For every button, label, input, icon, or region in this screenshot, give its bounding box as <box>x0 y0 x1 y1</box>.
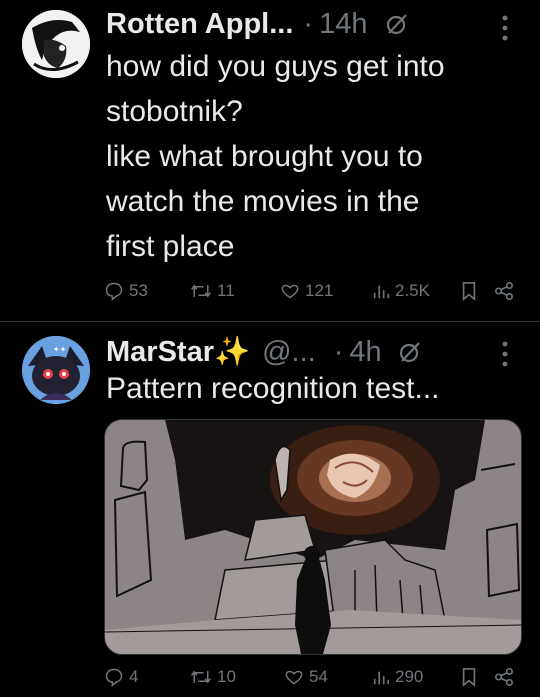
bookmark-button[interactable] <box>460 281 478 301</box>
views-count: 290 <box>395 667 424 686</box>
repost-icon <box>191 670 211 684</box>
tweet-actions: 4 10 54 290 <box>104 667 524 695</box>
time-separator: · <box>303 7 314 40</box>
reply-count: 4 <box>129 667 139 686</box>
like-button[interactable]: 54 <box>284 667 328 687</box>
tweet-media-image[interactable] <box>104 419 522 655</box>
timestamp[interactable]: 14h <box>319 8 367 41</box>
more-icon[interactable] <box>500 14 510 47</box>
tweet-header: Rotten Appl... · 14h <box>106 4 409 44</box>
repost-icon <box>191 284 211 298</box>
reply-button[interactable]: 4 <box>104 667 138 687</box>
repost-count: 10 <box>217 667 236 686</box>
avatar-marstar[interactable]: ✦✦ <box>22 336 90 404</box>
more-icon[interactable] <box>500 340 510 373</box>
views-icon <box>373 285 390 299</box>
bookmark-button[interactable] <box>460 667 478 687</box>
like-count: 54 <box>309 667 328 686</box>
repost-button[interactable]: 10 <box>190 667 236 687</box>
reply-icon <box>105 668 123 687</box>
author-name[interactable]: Rotten Appl... <box>106 8 293 41</box>
like-icon <box>285 670 303 685</box>
svg-text:✦✦: ✦✦ <box>53 345 67 354</box>
timestamp[interactable]: 4h <box>349 336 381 369</box>
author-handle[interactable]: @... <box>262 336 316 369</box>
views-count: 2.5K <box>395 281 430 300</box>
tweet-text: Pattern recognition test... <box>106 372 440 405</box>
reply-icon <box>105 282 123 301</box>
share-button[interactable] <box>494 667 514 687</box>
views-button[interactable]: 2.5K <box>372 281 430 301</box>
repost-button[interactable]: 11 <box>190 281 235 301</box>
share-button[interactable] <box>494 281 514 301</box>
time-separator: · <box>333 335 344 368</box>
like-icon <box>281 284 299 299</box>
reply-count: 53 <box>129 281 148 300</box>
share-icon <box>495 668 513 686</box>
tweet-actions: 53 11 121 2.5K <box>104 281 524 309</box>
repost-count: 11 <box>217 281 235 300</box>
avatar-rotten-apple[interactable] <box>22 10 90 78</box>
views-icon <box>373 671 390 685</box>
tweet-text: how did you guys get into stobotnik? lik… <box>106 50 445 263</box>
like-count: 121 <box>305 281 334 300</box>
author-name[interactable]: MarStar✨ <box>106 335 250 369</box>
tweet-1[interactable]: Rotten Appl... · 14h how did you guys ge… <box>0 0 540 320</box>
like-button[interactable]: 121 <box>280 281 333 301</box>
bookmark-icon <box>462 668 476 687</box>
views-button[interactable]: 290 <box>372 667 423 687</box>
reply-button[interactable]: 53 <box>104 281 148 301</box>
share-icon <box>495 282 513 300</box>
bookmark-icon <box>462 282 476 301</box>
grok-icon[interactable] <box>385 12 409 36</box>
grok-icon[interactable] <box>398 340 422 364</box>
